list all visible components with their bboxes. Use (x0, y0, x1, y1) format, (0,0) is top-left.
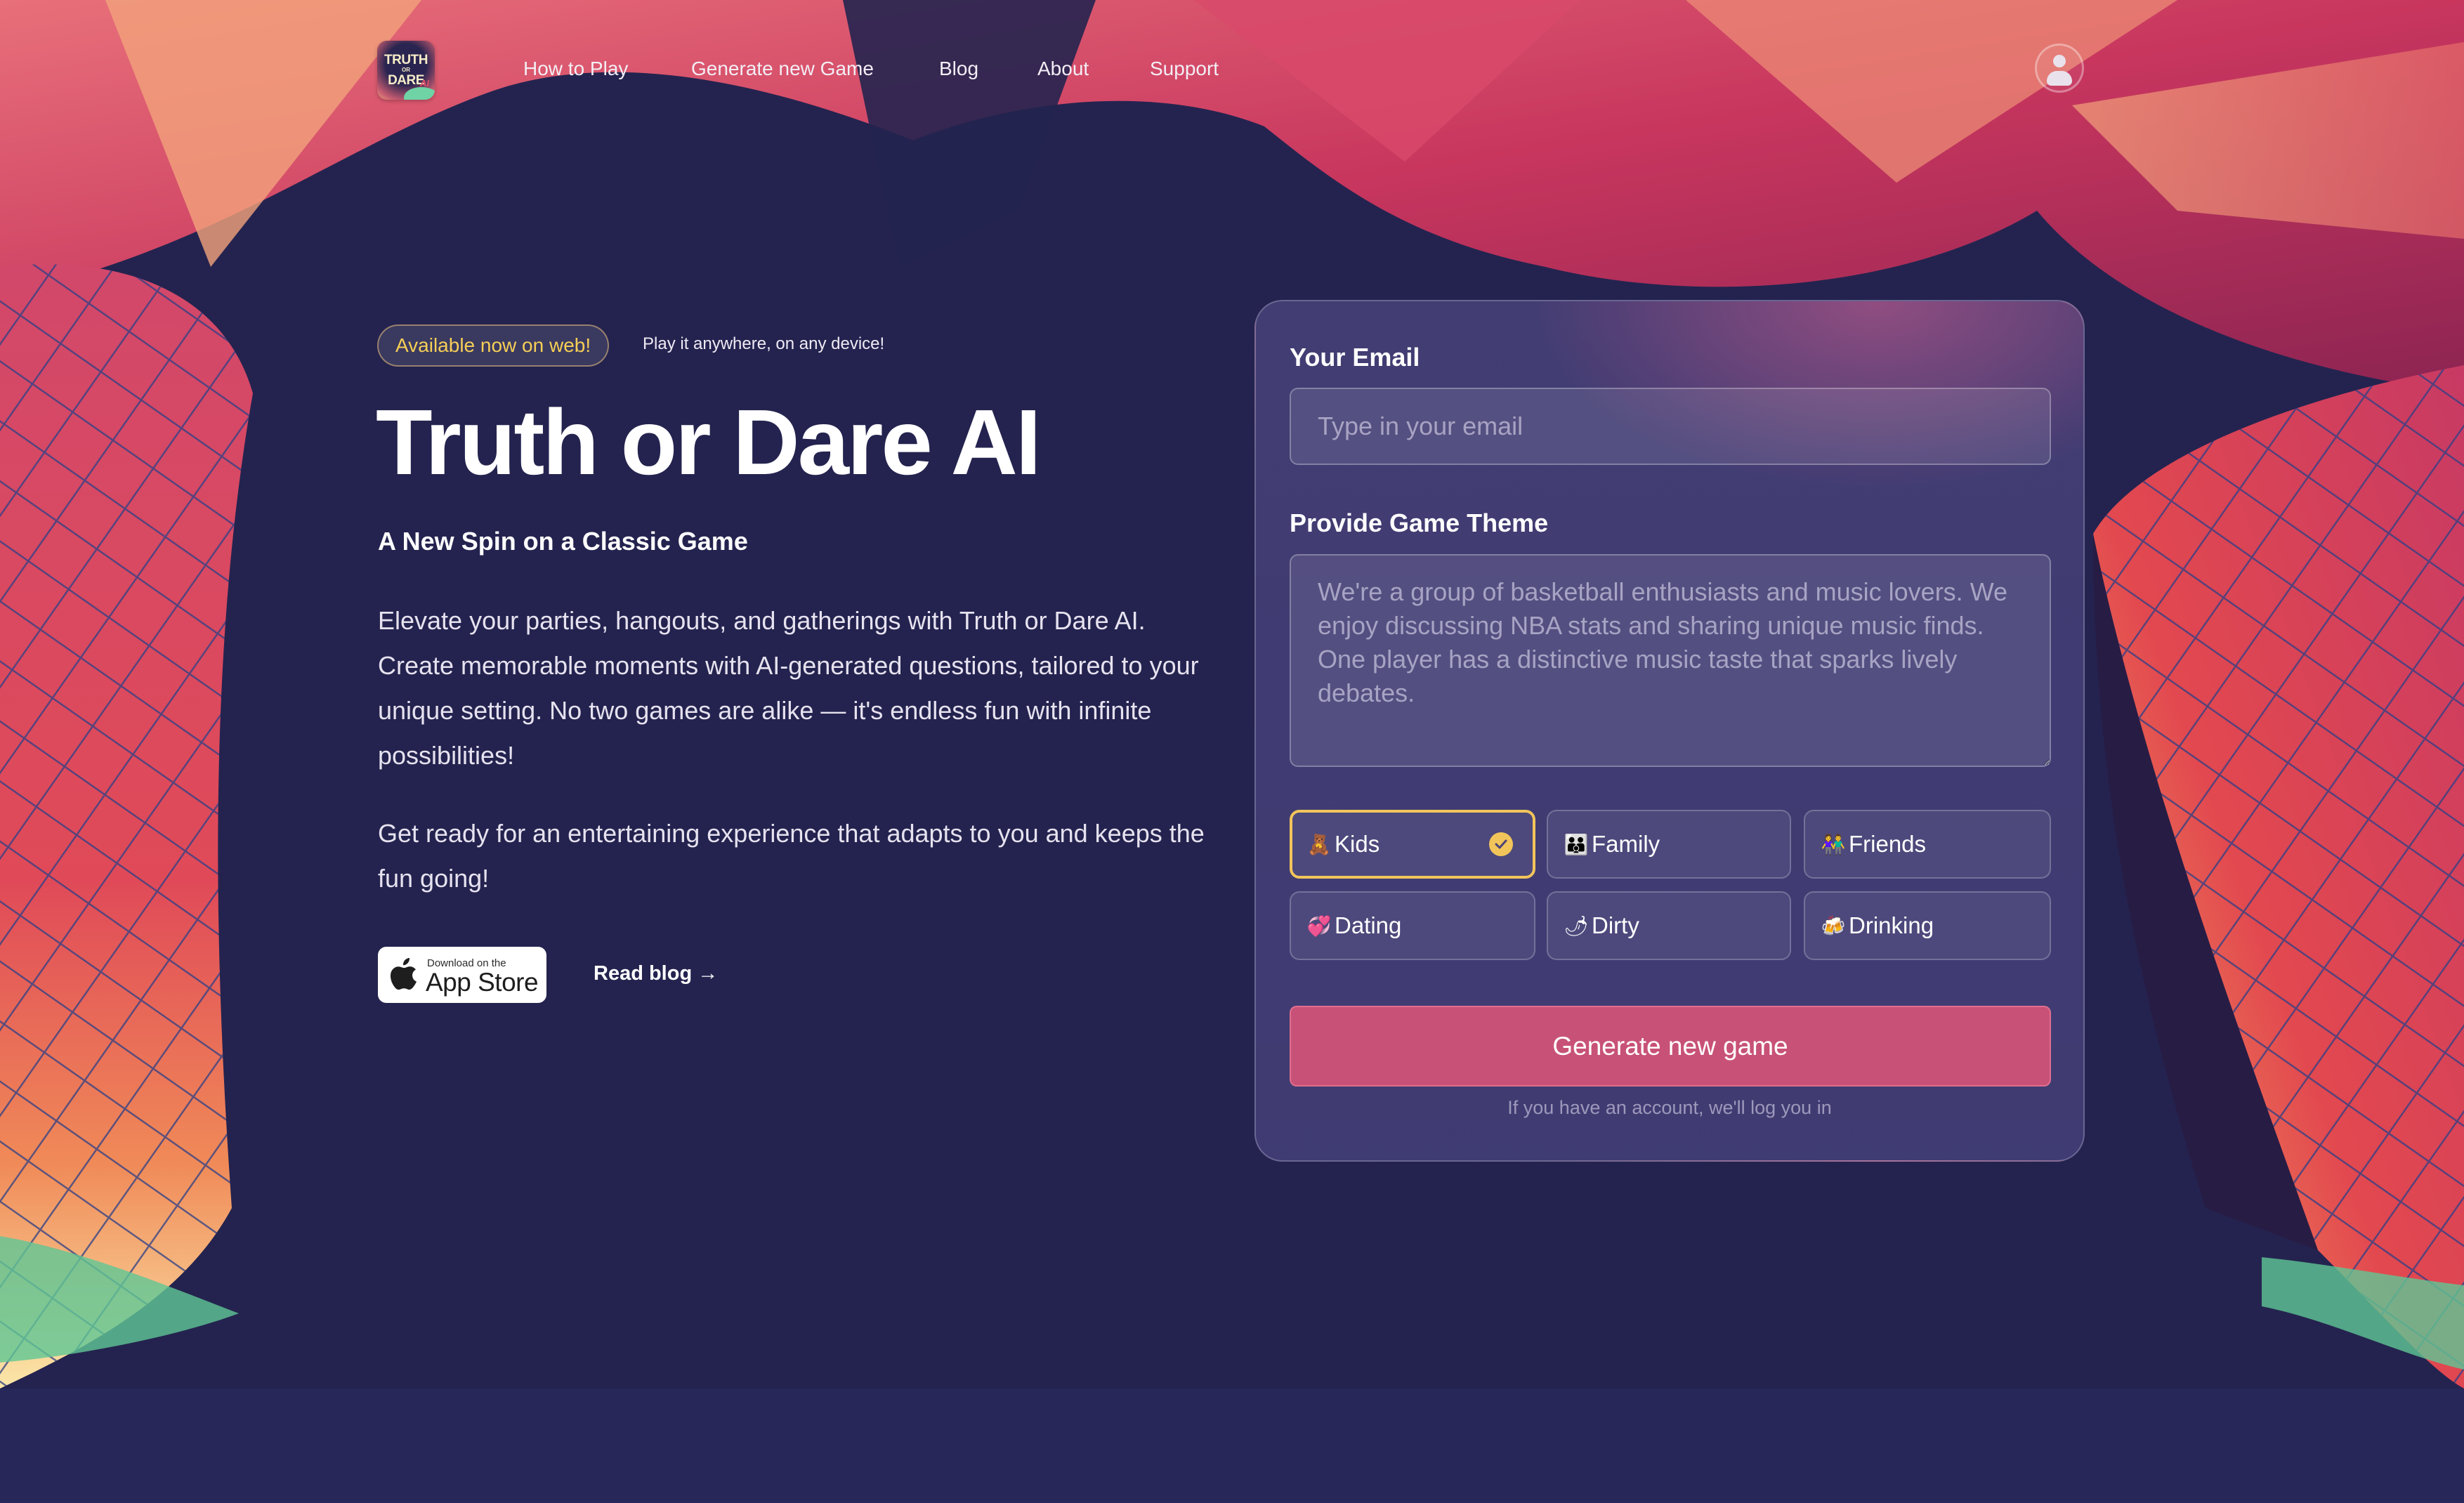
hearts-icon: 💞 (1306, 914, 1332, 938)
nav-about[interactable]: About (1037, 58, 1089, 80)
category-label: Kids (1335, 831, 1380, 857)
category-label: Friends (1849, 831, 1927, 857)
curtain-art (0, 0, 2464, 1389)
user-body-icon (2047, 71, 2072, 86)
logo-text-ai: AI (420, 78, 429, 88)
availability-badge: Available now on web! (377, 324, 610, 367)
category-label: Dirty (1592, 912, 1639, 938)
email-input[interactable] (1290, 388, 2051, 465)
account-button[interactable] (2035, 44, 2084, 93)
hero-background-art (0, 0, 2464, 1389)
app-store-button[interactable]: Download on the App Store (378, 947, 546, 1003)
read-blog-link[interactable]: Read blog → (594, 962, 718, 985)
login-note: If you have an account, we'll log you in (1507, 1097, 1832, 1118)
apple-icon (391, 958, 417, 990)
logo[interactable]: TRUTH OR DARE AI (377, 41, 435, 100)
category-friends[interactable]: 👫 Friends (1804, 810, 2051, 879)
user-circle-icon (2053, 55, 2066, 67)
category-label: Drinking (1849, 912, 1934, 938)
beer-mugs-icon: 🍻 (1821, 914, 1846, 938)
nav-generate-new-game[interactable]: Generate new Game (691, 58, 874, 80)
hero-description: Elevate your parties, hangouts, and gath… (378, 606, 1199, 770)
availability-note: Play it anywhere, on any device! (643, 334, 885, 353)
page-subtitle: A New Spin on a Classic Game (378, 527, 748, 556)
page-footer-band (0, 1389, 2464, 1503)
nav-support[interactable]: Support (1150, 58, 1219, 80)
game-theme-textarea[interactable] (1290, 554, 2051, 767)
generate-game-button[interactable]: Generate new game (1290, 1006, 2051, 1087)
category-family[interactable]: 👪 Family (1547, 810, 1791, 879)
family-icon: 👪 (1564, 832, 1589, 856)
chili-pepper-icon: 🌶 (1564, 914, 1589, 938)
category-dirty[interactable]: 🌶 Dirty (1547, 891, 1791, 960)
page-title: Truth or Dare AI (376, 390, 1042, 494)
nav-blog[interactable]: Blog (939, 58, 978, 80)
friends-icon: 👫 (1821, 832, 1846, 856)
logo-text-truth: TRUTH (384, 53, 428, 67)
category-label: Dating (1335, 912, 1402, 938)
email-label: Your Email (1290, 343, 1420, 372)
hero-description-secondary: Get ready for an entertaining experience… (378, 819, 1205, 893)
logo-decoration (404, 87, 435, 100)
category-dating[interactable]: 💞 Dating (1290, 891, 1535, 960)
logo-text-dare: DARE (388, 73, 424, 88)
teddy-bear-icon: 🧸 (1306, 832, 1332, 856)
category-drinking[interactable]: 🍻 Drinking (1804, 891, 2051, 960)
game-theme-label: Provide Game Theme (1290, 508, 1549, 537)
category-label: Family (1592, 831, 1660, 857)
nav-how-to-play[interactable]: How to Play (523, 58, 628, 80)
checkmark-icon (1489, 832, 1513, 856)
category-kids[interactable]: 🧸 Kids (1290, 810, 1535, 879)
app-store-label: App Store (426, 968, 539, 997)
